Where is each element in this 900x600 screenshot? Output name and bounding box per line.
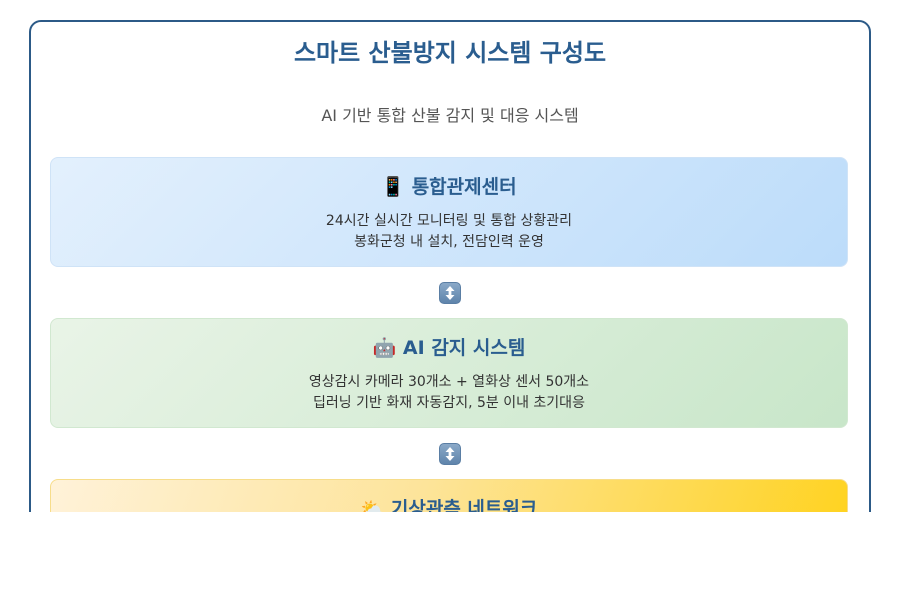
ai-detection-desc-1: 영상감시 카메라 30개소 + 열화상 센서 50개소 xyxy=(308,374,590,390)
control-center-card: 📱 통합관제센터 24시간 실시간 모니터링 및 통합 상황관리 봉화군청 내 … xyxy=(50,157,848,267)
control-center-title: 📱 통합관제센터 xyxy=(381,176,517,198)
up-down-arrow-icon xyxy=(439,443,461,465)
diagram-viewport: 스마트 산불방지 시스템 구성도 AI 기반 통합 산불 감지 및 대응 시스템… xyxy=(0,0,900,512)
ai-detection-desc-2: 딥러닝 기반 화재 자동감지, 5분 이내 초기대응 xyxy=(313,395,585,411)
up-down-arrow-icon xyxy=(439,282,461,304)
ai-detection-title: 🤖 AI 감지 시스템 xyxy=(372,337,526,359)
diagram-title: 스마트 산불방지 시스템 구성도 xyxy=(293,39,607,67)
diagram-subtitle: AI 기반 통합 산불 감지 및 대응 시스템 xyxy=(321,106,579,125)
control-center-desc-2: 봉화군청 내 설치, 전담인력 운영 xyxy=(354,234,544,250)
control-center-desc-1: 24시간 실시간 모니터링 및 통합 상황관리 xyxy=(325,213,573,229)
weather-network-card: ⛅ 기상관측 네트워크 xyxy=(50,479,848,512)
ai-detection-card: 🤖 AI 감지 시스템 영상감시 카메라 30개소 + 열화상 센서 50개소 … xyxy=(50,318,848,428)
weather-network-title: ⛅ 기상관측 네트워크 xyxy=(360,498,538,512)
